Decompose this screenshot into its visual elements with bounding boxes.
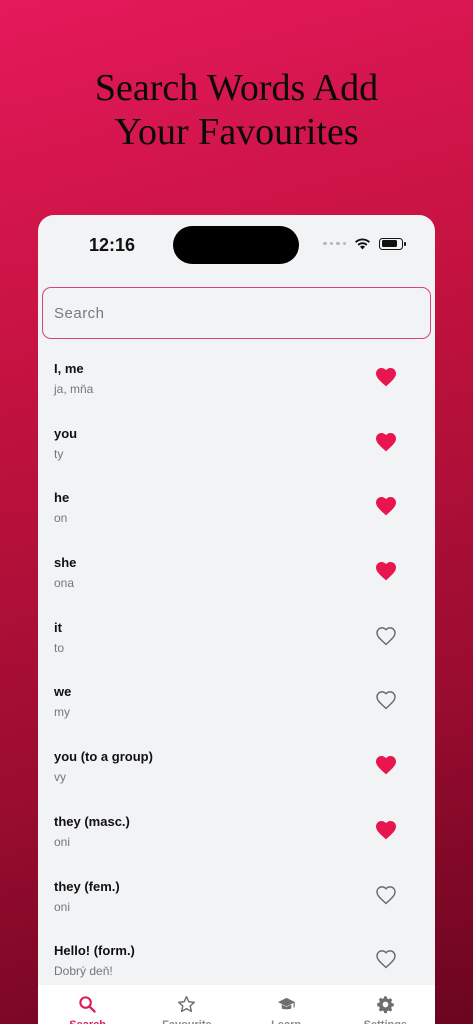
headline-line-2: Your Favourites (114, 111, 359, 153)
word-row[interactable]: Hello! (form.) Dobrý deň! (38, 925, 435, 990)
heart-outline-icon (376, 885, 396, 904)
favourite-button[interactable] (374, 883, 398, 907)
search-box (42, 287, 431, 339)
heart-filled-icon (376, 562, 396, 581)
tab-favourite[interactable]: Favourite (137, 985, 236, 1024)
word-row[interactable]: they (masc.) oni (38, 796, 435, 861)
tab-search[interactable]: Search (38, 985, 137, 1024)
word-english: she (54, 555, 77, 571)
word-row[interactable]: he on (38, 472, 435, 537)
word-english: Hello! (form.) (54, 943, 135, 959)
heart-filled-icon (376, 432, 396, 452)
gear-icon (376, 995, 395, 1014)
headline-line-1: Search Words Add (94, 67, 379, 109)
search-icon (78, 995, 97, 1014)
word-row[interactable]: she ona (38, 537, 435, 602)
word-row[interactable]: you (to a group) vy (38, 731, 435, 796)
heart-filled-icon (376, 756, 396, 775)
favourite-button[interactable] (374, 818, 398, 842)
word-translation: Dobrý deň! (54, 964, 113, 979)
word-english: you (to a group) (54, 749, 153, 765)
word-english: it (54, 619, 62, 635)
word-english: I, me (54, 361, 84, 376)
tab-label: Favourite (162, 1019, 212, 1024)
word-translation: ja, mňa (54, 382, 94, 396)
word-english: you (54, 425, 78, 441)
favourite-button[interactable] (374, 753, 398, 777)
favourite-button[interactable] (374, 624, 398, 648)
status-bar: 12:16 (38, 215, 435, 275)
tab-label: Settings (364, 1019, 407, 1024)
bottom-tab-bar: Search Favourite Learn Settings (38, 985, 435, 1024)
favourite-button[interactable] (374, 365, 398, 389)
status-time: 12:16 (89, 235, 136, 255)
tab-label: Learn (271, 1019, 301, 1024)
star-icon (177, 995, 196, 1014)
heart-filled-icon (376, 368, 396, 387)
favourite-button[interactable] (374, 559, 398, 583)
favourite-button[interactable] (374, 688, 398, 712)
favourite-button[interactable] (374, 494, 398, 518)
word-translation: to (54, 640, 65, 655)
battery-icon (379, 237, 406, 250)
word-translation: my (54, 705, 70, 720)
word-translation: oni (54, 899, 71, 914)
word-list: I, me ja, mňa you ty he on she ona it to we my you (… (38, 343, 435, 990)
word-translation: vy (54, 770, 66, 785)
search-input[interactable] (43, 288, 430, 338)
word-row[interactable]: it to (38, 602, 435, 667)
phone-screen: 12:16 I, me ja, mňa you ty he on she ona it to we m… (38, 215, 435, 1024)
dynamic-island (173, 226, 299, 264)
heart-outline-icon (376, 626, 396, 646)
word-english: they (fem.) (54, 878, 120, 894)
word-english: they (masc.) (54, 813, 130, 829)
heart-outline-icon (376, 950, 396, 969)
word-translation: oni (54, 834, 71, 849)
graduation-cap-icon (277, 995, 296, 1014)
tab-learn[interactable]: Learn (237, 985, 336, 1024)
favourite-button[interactable] (374, 947, 398, 971)
heart-outline-icon (376, 691, 396, 710)
word-translation: ty (54, 446, 64, 461)
word-row[interactable]: they (fem.) oni (38, 861, 435, 926)
tab-label: Search (69, 1019, 106, 1024)
word-row[interactable]: we my (38, 666, 435, 731)
cellular-signal-icon (323, 241, 346, 246)
heart-filled-icon (376, 497, 396, 516)
word-english: he (54, 490, 70, 506)
word-row[interactable]: you ty (38, 408, 435, 473)
heart-filled-icon (376, 820, 396, 840)
word-translation: on (54, 511, 68, 526)
word-english: we (54, 684, 72, 700)
page-headline: Search Words Add Your Favourites (0, 66, 473, 154)
tab-settings[interactable]: Settings (336, 985, 435, 1024)
word-row[interactable]: I, me ja, mňa (38, 343, 435, 408)
favourite-button[interactable] (374, 430, 398, 454)
word-translation: ona (54, 576, 75, 591)
status-icons (323, 237, 406, 250)
wifi-icon (355, 238, 370, 250)
